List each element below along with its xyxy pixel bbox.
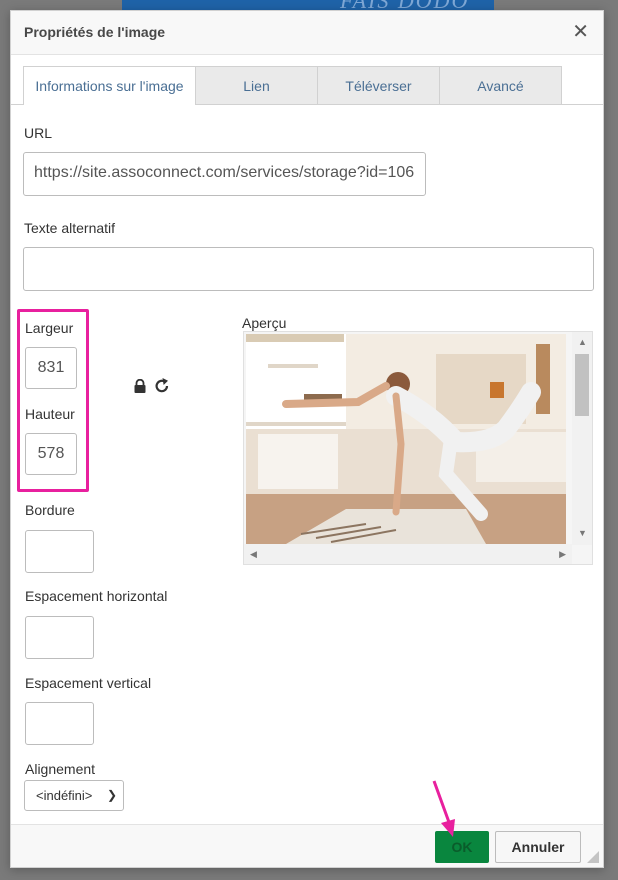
- vspace-input[interactable]: [25, 702, 94, 745]
- width-input[interactable]: 831: [25, 347, 77, 389]
- preview-scroll-thumb[interactable]: [575, 354, 589, 416]
- tab-upload[interactable]: Téléverser: [317, 66, 440, 104]
- scroll-right-icon[interactable]: ▶: [559, 549, 566, 560]
- dialog-titlebar: Propriétés de l'image ✕: [11, 11, 603, 55]
- alignment-value: <indéfini>: [36, 788, 93, 803]
- annotation-arrow-icon: [432, 780, 455, 837]
- tab-bar: Informations sur l'image Lien Téléverser…: [11, 66, 603, 105]
- hspace-label: Espacement horizontal: [25, 588, 168, 604]
- url-label: URL: [24, 125, 53, 141]
- height-label: Hauteur: [25, 406, 75, 422]
- tab-image-info[interactable]: Informations sur l'image: [23, 66, 196, 105]
- alt-text-input[interactable]: [23, 247, 594, 291]
- border-input[interactable]: [25, 530, 94, 573]
- preview-label: Aperçu: [242, 315, 287, 331]
- dialog-title: Propriétés de l'image: [24, 24, 166, 40]
- image-properties-dialog: Propriétés de l'image ✕ Informations sur…: [10, 10, 604, 868]
- alt-text-label: Texte alternatif: [24, 220, 116, 236]
- resize-handle-icon[interactable]: [587, 851, 599, 863]
- width-label: Largeur: [25, 320, 74, 336]
- hspace-input[interactable]: [25, 616, 94, 659]
- scroll-up-icon[interactable]: ▲: [578, 337, 587, 347]
- border-label: Bordure: [25, 502, 75, 518]
- tab-link[interactable]: Lien: [195, 66, 318, 104]
- reset-size-icon[interactable]: [154, 377, 170, 394]
- dialog-footer: OK Annuler: [11, 824, 603, 867]
- vspace-label: Espacement vertical: [25, 675, 152, 691]
- preview-vertical-scrollbar[interactable]: ▲ ▼: [572, 332, 592, 545]
- image-preview[interactable]: ▲ ▼ ◀ ▶: [243, 331, 593, 565]
- close-icon[interactable]: ✕: [572, 22, 589, 42]
- scroll-left-icon[interactable]: ◀: [250, 549, 257, 560]
- alignment-select[interactable]: <indéfini> ❯: [24, 780, 124, 811]
- preview-horizontal-scrollbar[interactable]: ◀ ▶: [244, 544, 572, 564]
- height-input[interactable]: 578: [25, 433, 77, 475]
- tab-advanced[interactable]: Avancé: [439, 66, 562, 104]
- lock-icon[interactable]: [133, 379, 147, 394]
- url-input[interactable]: https://site.assoconnect.com/services/st…: [23, 152, 426, 196]
- scroll-down-icon[interactable]: ▼: [578, 528, 587, 538]
- cancel-button[interactable]: Annuler: [495, 831, 581, 863]
- alignment-label: Alignement: [25, 761, 96, 777]
- preview-photo: [246, 334, 566, 544]
- chevron-down-icon: ❯: [106, 788, 117, 802]
